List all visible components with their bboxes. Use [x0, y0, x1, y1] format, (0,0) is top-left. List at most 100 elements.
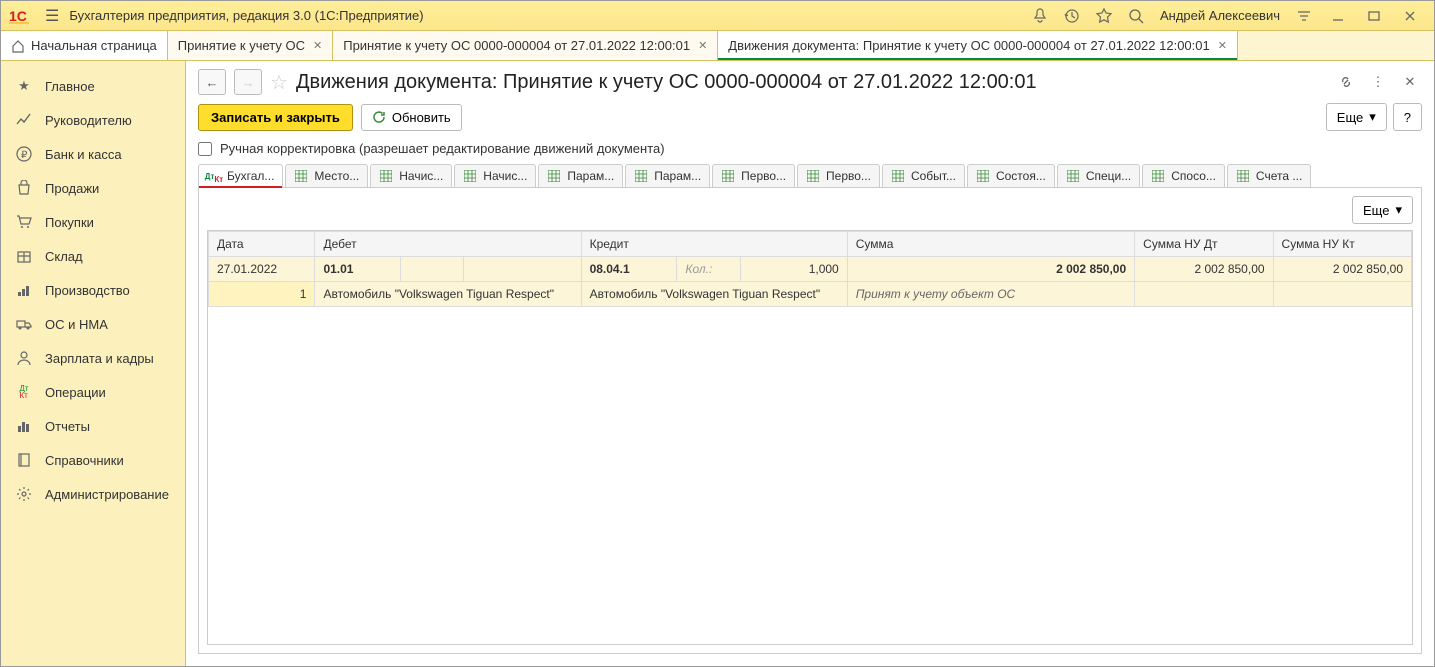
regtab-1[interactable]: Место... — [285, 164, 368, 187]
table-row[interactable]: 27.01.2022 01.01 08.04.1 Кол.: 1,000 2 0… — [209, 257, 1412, 282]
cell-kol-val: 1,000 — [741, 257, 847, 282]
th-debit[interactable]: Дебет — [315, 232, 581, 257]
regtab-4[interactable]: Парам... — [538, 164, 623, 187]
grid-icon — [1236, 169, 1250, 183]
dtkt-icon: ДтКт — [207, 169, 221, 183]
svg-text:1С: 1С — [9, 8, 27, 24]
help-button[interactable]: ? — [1393, 103, 1422, 131]
window-title: Бухгалтерия предприятия, редакция 3.0 (1… — [69, 8, 1026, 23]
nav-forward-button[interactable]: → — [234, 69, 262, 95]
grid-icon — [891, 169, 905, 183]
th-date[interactable]: Дата — [209, 232, 315, 257]
link-icon[interactable] — [1334, 70, 1358, 94]
grid-icon — [976, 169, 990, 183]
sidebar-item-hr[interactable]: Зарплата и кадры — [1, 341, 185, 375]
tab-2[interactable]: Принятие к учету ОС 0000-000004 от 27.01… — [333, 31, 718, 60]
maximize-button[interactable] — [1358, 2, 1390, 30]
save-close-button[interactable]: Записать и закрыть — [198, 104, 353, 131]
regtab-7[interactable]: Перво... — [797, 164, 880, 187]
sidebar-item-reports[interactable]: Отчеты — [1, 409, 185, 443]
factory-icon — [15, 281, 33, 299]
cell-credit-obj: Автомобиль "Volkswagen Tiguan Respect" — [581, 282, 847, 307]
tab-content: Еще ▾ Дата Дебет Кредит Сумма Сумма НУ Д… — [198, 188, 1422, 654]
regtab-5[interactable]: Парам... — [625, 164, 710, 187]
regtab-6[interactable]: Перво... — [712, 164, 795, 187]
regtab-9[interactable]: Состоя... — [967, 164, 1055, 187]
regtab-11[interactable]: Спосо... — [1142, 164, 1225, 187]
regtab-3[interactable]: Начис... — [454, 164, 536, 187]
tab-3[interactable]: Движения документа: Принятие к учету ОС … — [718, 31, 1238, 60]
cell-sum-nu-dt: 2 002 850,00 — [1135, 257, 1273, 282]
document-tabs: Начальная страница Принятие к учету ОС ✕… — [1, 31, 1434, 61]
bell-icon[interactable] — [1026, 2, 1054, 30]
nav-back-button[interactable]: ← — [198, 69, 226, 95]
history-icon[interactable] — [1058, 2, 1086, 30]
sidebar-item-purchases[interactable]: Покупки — [1, 205, 185, 239]
sidebar-item-production[interactable]: Производство — [1, 273, 185, 307]
star-icon[interactable] — [1090, 2, 1118, 30]
sidebar-item-manager[interactable]: Руководителю — [1, 103, 185, 137]
sidebar-item-sales[interactable]: Продажи — [1, 171, 185, 205]
th-sum-nu-dt[interactable]: Сумма НУ Дт — [1135, 232, 1273, 257]
sidebar: ★Главное Руководителю ₽Банк и касса Прод… — [1, 61, 186, 666]
tab-home[interactable]: Начальная страница — [1, 31, 168, 60]
user-name[interactable]: Андрей Алексеевич — [1154, 8, 1286, 23]
cell-row-num: 1 — [209, 282, 315, 307]
grid-icon — [1151, 169, 1165, 183]
main-menu-icon[interactable]: ☰ — [35, 6, 69, 26]
sidebar-item-admin[interactable]: Администрирование — [1, 477, 185, 511]
settings-lines-icon[interactable] — [1290, 2, 1318, 30]
chevron-down-icon: ▾ — [1395, 202, 1402, 218]
trend-icon — [15, 111, 33, 129]
close-icon[interactable]: ✕ — [313, 39, 322, 52]
favorite-star-icon[interactable]: ☆ — [270, 70, 288, 95]
regtab-2[interactable]: Начис... — [370, 164, 452, 187]
more-button[interactable]: Еще ▾ — [1326, 103, 1387, 131]
sidebar-item-main[interactable]: ★Главное — [1, 69, 185, 103]
search-icon[interactable] — [1122, 2, 1150, 30]
sidebar-item-catalogs[interactable]: Справочники — [1, 443, 185, 477]
sidebar-item-bank[interactable]: ₽Банк и касса — [1, 137, 185, 171]
th-sum-nu-kt[interactable]: Сумма НУ Кт — [1273, 232, 1411, 257]
dtkt-icon: ДтКт — [15, 383, 33, 401]
table-row[interactable]: 1 Автомобиль "Volkswagen Tiguan Respect"… — [209, 282, 1412, 307]
grid-icon — [379, 169, 393, 183]
truck-icon — [15, 315, 33, 333]
refresh-icon — [372, 110, 386, 124]
th-sum[interactable]: Сумма — [847, 232, 1134, 257]
chart-icon — [15, 417, 33, 435]
book-icon — [15, 451, 33, 469]
more-vertical-icon[interactable]: ⋮ — [1366, 70, 1390, 94]
regtab-8[interactable]: Событ... — [882, 164, 965, 187]
close-button[interactable] — [1394, 2, 1426, 30]
logo-1c: 1С — [9, 7, 35, 25]
close-page-icon[interactable]: ✕ — [1398, 70, 1422, 94]
grid-icon — [721, 169, 735, 183]
th-credit[interactable]: Кредит — [581, 232, 847, 257]
regtab-accounting[interactable]: ДтКтБухгал... — [198, 164, 283, 187]
close-icon[interactable]: ✕ — [698, 39, 707, 52]
regtab-10[interactable]: Специ... — [1057, 164, 1140, 187]
titlebar: 1С ☰ Бухгалтерия предприятия, редакция 3… — [1, 1, 1434, 31]
box-icon — [15, 247, 33, 265]
chevron-down-icon: ▾ — [1369, 109, 1376, 125]
svg-text:₽: ₽ — [21, 150, 28, 161]
cell-credit-acc: 08.04.1 — [581, 257, 677, 282]
sidebar-item-warehouse[interactable]: Склад — [1, 239, 185, 273]
regtab-12[interactable]: Счета ... — [1227, 164, 1311, 187]
close-icon[interactable]: ✕ — [1218, 39, 1227, 52]
table-more-button[interactable]: Еще ▾ — [1352, 196, 1413, 224]
cell-desc: Принят к учету объект ОС — [847, 282, 1134, 307]
sidebar-item-assets[interactable]: ОС и НМА — [1, 307, 185, 341]
main-content: ← → ☆ Движения документа: Принятие к уче… — [186, 61, 1434, 666]
cell-debit-obj: Автомобиль "Volkswagen Tiguan Respect" — [315, 282, 581, 307]
sidebar-item-operations[interactable]: ДтКтОперации — [1, 375, 185, 409]
manual-edit-checkbox[interactable] — [198, 142, 212, 156]
cell-sum-nu-kt: 2 002 850,00 — [1273, 257, 1411, 282]
refresh-button[interactable]: Обновить — [361, 104, 462, 131]
tab-1[interactable]: Принятие к учету ОС ✕ — [168, 31, 333, 60]
kol-label: Кол.: — [685, 262, 712, 276]
grid-icon — [463, 169, 477, 183]
minimize-button[interactable] — [1322, 2, 1354, 30]
accounting-table[interactable]: Дата Дебет Кредит Сумма Сумма НУ Дт Сумм… — [207, 230, 1413, 645]
